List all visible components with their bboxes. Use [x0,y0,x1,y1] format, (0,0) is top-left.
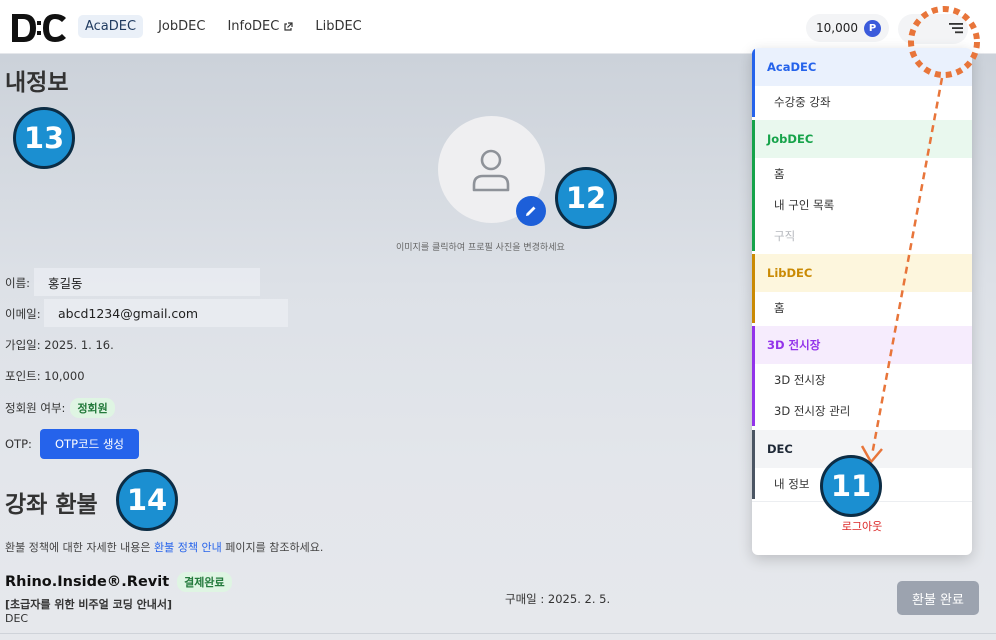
pencil-icon [526,206,536,216]
logout-button[interactable]: 로그아웃 [752,518,972,534]
menu-item-enrolled-courses[interactable]: 수강중 강좌 [755,86,972,117]
refund-desc-text-end: 페이지를 참조하세요. [221,541,324,554]
purchase-date: 구매일 : 2025. 2. 5. [505,592,611,606]
refund-title: 강좌 환불 [5,492,98,518]
callout-11: 11 [820,455,882,517]
nav-libdec-label: LibDEC [315,19,362,34]
course-organization: DEC [5,612,29,625]
edit-avatar-button[interactable] [516,196,546,226]
callout-12: 12 [555,167,617,229]
refund-policy-link[interactable]: 환불 정책 안내 [154,541,222,554]
course-name: Rhino.Inside®.Revit [5,574,170,590]
callout-14: 14 [116,469,178,531]
nav-acadec-label: AcaDEC [85,19,137,34]
nav-jobdec-label: JobDEC [158,19,206,34]
points-icon: P [864,19,881,37]
name-label: 이름: [5,276,31,290]
menu-item-lib-home[interactable]: 홈 [755,292,972,323]
nav-jobdec[interactable]: JobDEC [151,15,212,38]
course-title-row: Rhino.Inside®.Revit 결제완료 [5,572,232,592]
payment-status-badge: 결제완료 [177,572,232,592]
points-info: 포인트: 10,000 [5,369,85,383]
points-display[interactable]: 10,000 P [806,14,889,42]
menu-item-my-job-posts[interactable]: 내 구인 목록 [755,189,972,220]
menu-icon[interactable] [946,18,966,38]
otp-generate-button[interactable]: OTP코드 생성 [40,429,139,459]
refund-complete-button[interactable]: 환불 완료 [897,581,979,615]
top-header: AcaDEC JobDEC InfoDEC LibDEC 10,000 P [0,0,996,54]
external-link-icon [284,21,293,31]
callout-13: 13 [13,107,75,169]
menu-section-title: AcaDEC [755,48,972,86]
refund-desc-text: 환불 정책에 대한 자세한 내용은 [5,541,155,554]
name-value: 홍길동 [48,275,83,291]
menu-item-job-home[interactable]: 홈 [755,158,972,189]
points-value: 10,000 [816,21,858,35]
divider [0,633,996,634]
menu-section-acadec: AcaDEC 수강중 강좌 [752,48,972,117]
nav-infodec-label: InfoDEC [227,19,280,34]
member-status-badge: 정회원 [70,398,115,418]
menu-item-job-search: 구직 [774,228,796,243]
refund-description: 환불 정책에 대한 자세한 내용은 환불 정책 안내 페이지를 참조하세요. [5,539,323,555]
menu-section-title: LibDEC [755,254,972,292]
member-row: 정회원 여부: 정회원 [5,398,115,418]
name-field: 홍길동 [34,268,260,296]
page-title: 내정보 [5,70,69,96]
dec-logo[interactable] [10,10,68,46]
course-subtitle: [초급자를 위한 비주얼 코딩 안내서] [5,598,173,611]
member-label: 정회원 여부: [5,401,66,415]
joined-date: 가입일: 2025. 1. 16. [5,338,114,352]
email-field: abcd1234@gmail.com [44,299,288,327]
user-icon [472,149,510,192]
menu-section-title: 3D 전시장 [755,326,972,364]
menu-section-libdec: LibDEC 홈 [752,254,972,323]
email-label: 이메일: [5,307,41,321]
email-value: abcd1234@gmail.com [58,305,199,321]
menu-section-title: JobDEC [755,120,972,158]
menu-item-3d-exhibition-manage[interactable]: 3D 전시장 관리 [755,395,972,426]
menu-item-3d-exhibition[interactable]: 3D 전시장 [755,364,972,395]
nav-libdec[interactable]: LibDEC [308,15,368,38]
avatar-hint-text: 이미지를 클릭하여 프로필 사진을 변경하세요 [396,243,565,253]
main-nav: AcaDEC JobDEC InfoDEC LibDEC [78,15,369,38]
menu-section-jobdec: JobDEC 홈 내 구인 목록 구직 [752,120,972,251]
nav-infodec[interactable]: InfoDEC [220,15,300,38]
otp-label: OTP: [5,437,32,451]
menu-section-3d-exhibition: 3D 전시장 3D 전시장 3D 전시장 관리 [752,326,972,426]
nav-acadec[interactable]: AcaDEC [78,15,144,38]
